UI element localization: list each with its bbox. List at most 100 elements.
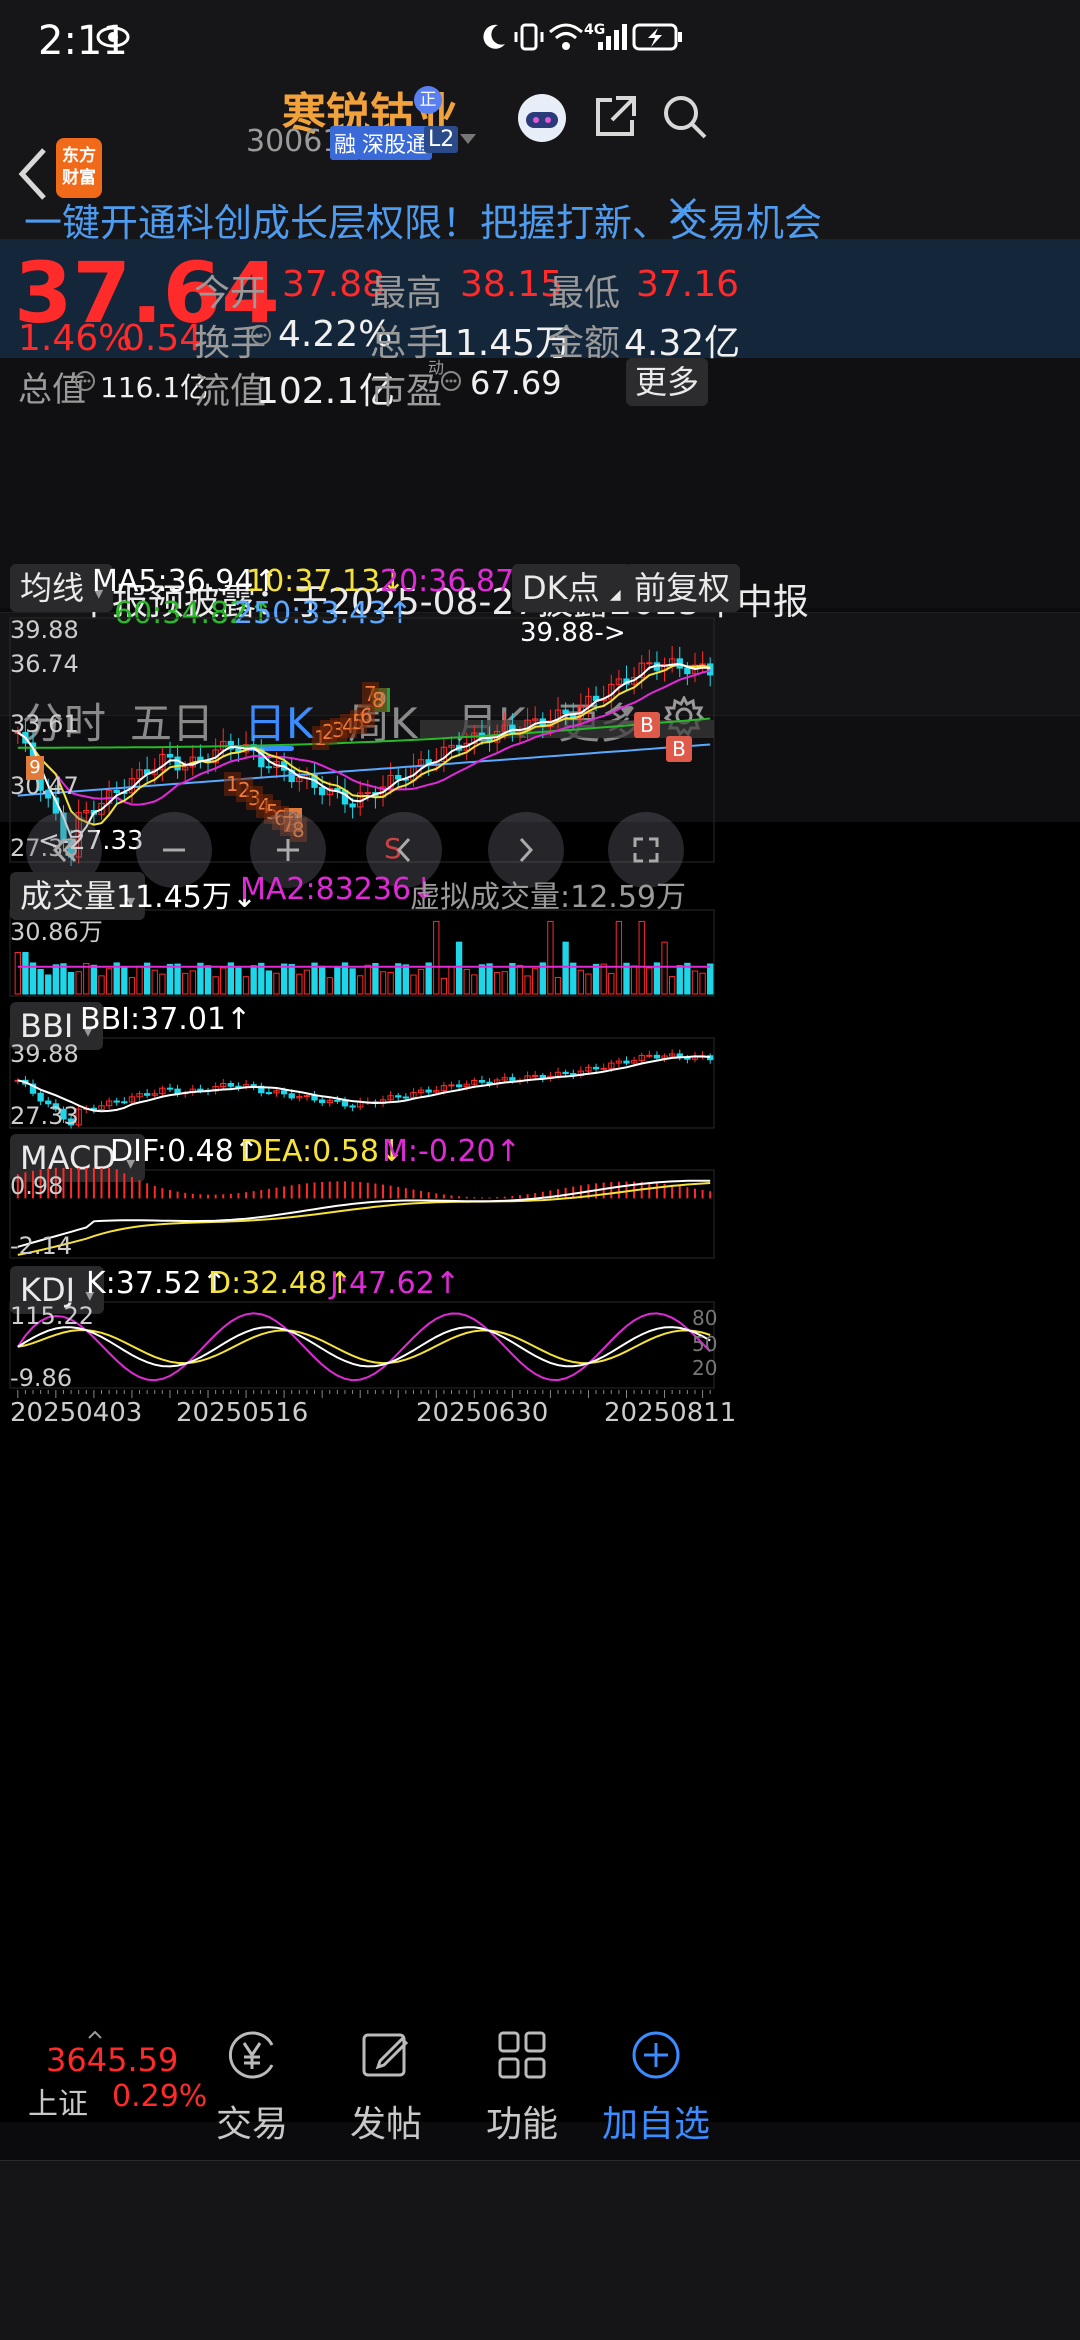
x-label-3: 20250630 xyxy=(416,1398,549,1428)
minus-icon xyxy=(163,848,185,852)
low-value: 37.16 xyxy=(636,264,740,305)
candle-body xyxy=(562,1071,569,1075)
volume-bar xyxy=(197,962,204,995)
volume-bar xyxy=(585,973,592,995)
market-cap-value: 116.1亿 xyxy=(100,371,209,404)
macd-dea-line xyxy=(17,1182,711,1256)
ma-selector-label: 均线 xyxy=(20,569,85,607)
volume-bar xyxy=(151,969,158,995)
candle-body xyxy=(341,1100,349,1107)
nav-functions-label: 功能 xyxy=(485,2104,558,2145)
nav-add-watchlist-label: 加自选 xyxy=(601,2104,710,2145)
volume-bar xyxy=(98,975,105,995)
info-circle-icon[interactable] xyxy=(440,370,462,392)
volume-bar xyxy=(707,963,714,995)
volume-bar xyxy=(592,963,600,995)
dk-point-button[interactable]: DK点 ◢ xyxy=(512,564,631,612)
nav-post[interactable]: 发帖 xyxy=(316,2023,456,2147)
robot-assistant-icon[interactable] xyxy=(516,92,568,144)
candle-body xyxy=(143,1093,151,1096)
volume-bar xyxy=(684,962,691,995)
index-name[interactable]: 上证 xyxy=(28,2079,88,2123)
eye-icon xyxy=(96,26,130,48)
td-nine-marker: 9 xyxy=(26,756,44,780)
share-icon[interactable] xyxy=(592,94,638,140)
volume-bar xyxy=(220,967,227,995)
candle-body xyxy=(174,756,181,771)
change-percent: 1.46% xyxy=(18,318,133,359)
volume-bar xyxy=(75,971,82,995)
buy-marker[interactable]: B xyxy=(634,712,660,738)
volume-bar xyxy=(60,963,67,995)
volume-bar xyxy=(547,920,554,995)
caret-down-icon[interactable] xyxy=(460,134,476,146)
index-value[interactable]: 3645.59 xyxy=(46,2041,178,2079)
volume-bar xyxy=(661,941,668,995)
bbi-chart[interactable] xyxy=(0,1036,724,1130)
more-button[interactable]: 更多 xyxy=(626,358,708,406)
amount-label: 金额 xyxy=(548,323,621,364)
chevron-right-icon xyxy=(519,837,534,863)
td-up-count: 8 xyxy=(370,688,387,712)
kline-y-39: 39.88 xyxy=(10,616,79,644)
bbi-candles xyxy=(14,1049,714,1129)
volume-bar xyxy=(105,968,113,995)
volume-bar xyxy=(493,972,501,995)
volume-bar xyxy=(128,977,136,995)
chevron-left-icon xyxy=(396,837,411,863)
nav-trade[interactable]: 交易 xyxy=(182,2023,322,2147)
volume-bar xyxy=(136,965,143,995)
candle-body xyxy=(707,663,714,676)
grid-icon xyxy=(498,2031,546,2079)
volume-bar xyxy=(189,970,196,995)
macd-frame xyxy=(9,1169,715,1259)
volume-bar xyxy=(250,965,257,995)
candle-body xyxy=(509,1077,516,1081)
x-label-4: 20250811 xyxy=(604,1398,737,1428)
close-icon[interactable] xyxy=(668,196,698,226)
macd-chart[interactable] xyxy=(0,1168,724,1260)
kdj-level-50: 50 xyxy=(692,1332,718,1356)
candle-body xyxy=(478,1080,486,1083)
volume-bar xyxy=(22,952,29,995)
chart-area[interactable]: 均线 ▾ MA5:36.94↑ 10:37.13↓ 20:36.87↑ 60:3… xyxy=(0,564,1080,2122)
volume-bar xyxy=(364,964,371,995)
candle-body xyxy=(227,1083,235,1087)
candle-body xyxy=(121,1101,128,1104)
double-chevron-left-icon xyxy=(52,837,77,863)
nav-functions[interactable]: 功能 xyxy=(452,2023,592,2147)
candle-body xyxy=(166,1087,174,1090)
dk-point-label: DK点 xyxy=(522,569,600,607)
zheng-badge: 正 xyxy=(414,86,442,114)
search-icon[interactable] xyxy=(662,94,708,140)
volume-bar xyxy=(402,964,410,995)
chevron-up-icon[interactable] xyxy=(88,2031,102,2039)
adjust-button[interactable]: 前复权 xyxy=(624,564,741,612)
volume-chart[interactable] xyxy=(0,908,724,998)
nav-post-label: 发帖 xyxy=(349,2104,422,2145)
banner-text[interactable]: 一键开通科创成长层权限！把握打新、交易机会 xyxy=(24,192,822,247)
info-circle-icon[interactable] xyxy=(250,324,272,346)
volume-bar xyxy=(417,968,425,995)
nav-add-watchlist[interactable]: 加自选 xyxy=(586,2023,726,2147)
volume-bar xyxy=(357,975,364,995)
volume-bar xyxy=(608,972,615,995)
info-circle-icon[interactable] xyxy=(74,370,96,392)
bbi-y-top: 39.88 xyxy=(10,1040,79,1068)
candle-body xyxy=(653,1054,661,1059)
buy-marker[interactable]: B xyxy=(666,736,692,762)
candle-body xyxy=(265,766,273,769)
volume-bar xyxy=(52,964,60,995)
candle-body xyxy=(646,662,653,665)
volume-bar xyxy=(463,969,470,995)
moon-icon xyxy=(483,24,505,49)
volume-bar xyxy=(280,963,288,995)
macd-y-top: 0.98 xyxy=(10,1172,64,1200)
volume-bar xyxy=(212,976,219,995)
volume-bar xyxy=(258,962,265,995)
volume-bar xyxy=(349,968,356,995)
volume-bar xyxy=(471,974,478,995)
kdj-chart[interactable] xyxy=(0,1300,724,1390)
volume-bar xyxy=(509,962,516,995)
volume-bar xyxy=(303,969,311,995)
